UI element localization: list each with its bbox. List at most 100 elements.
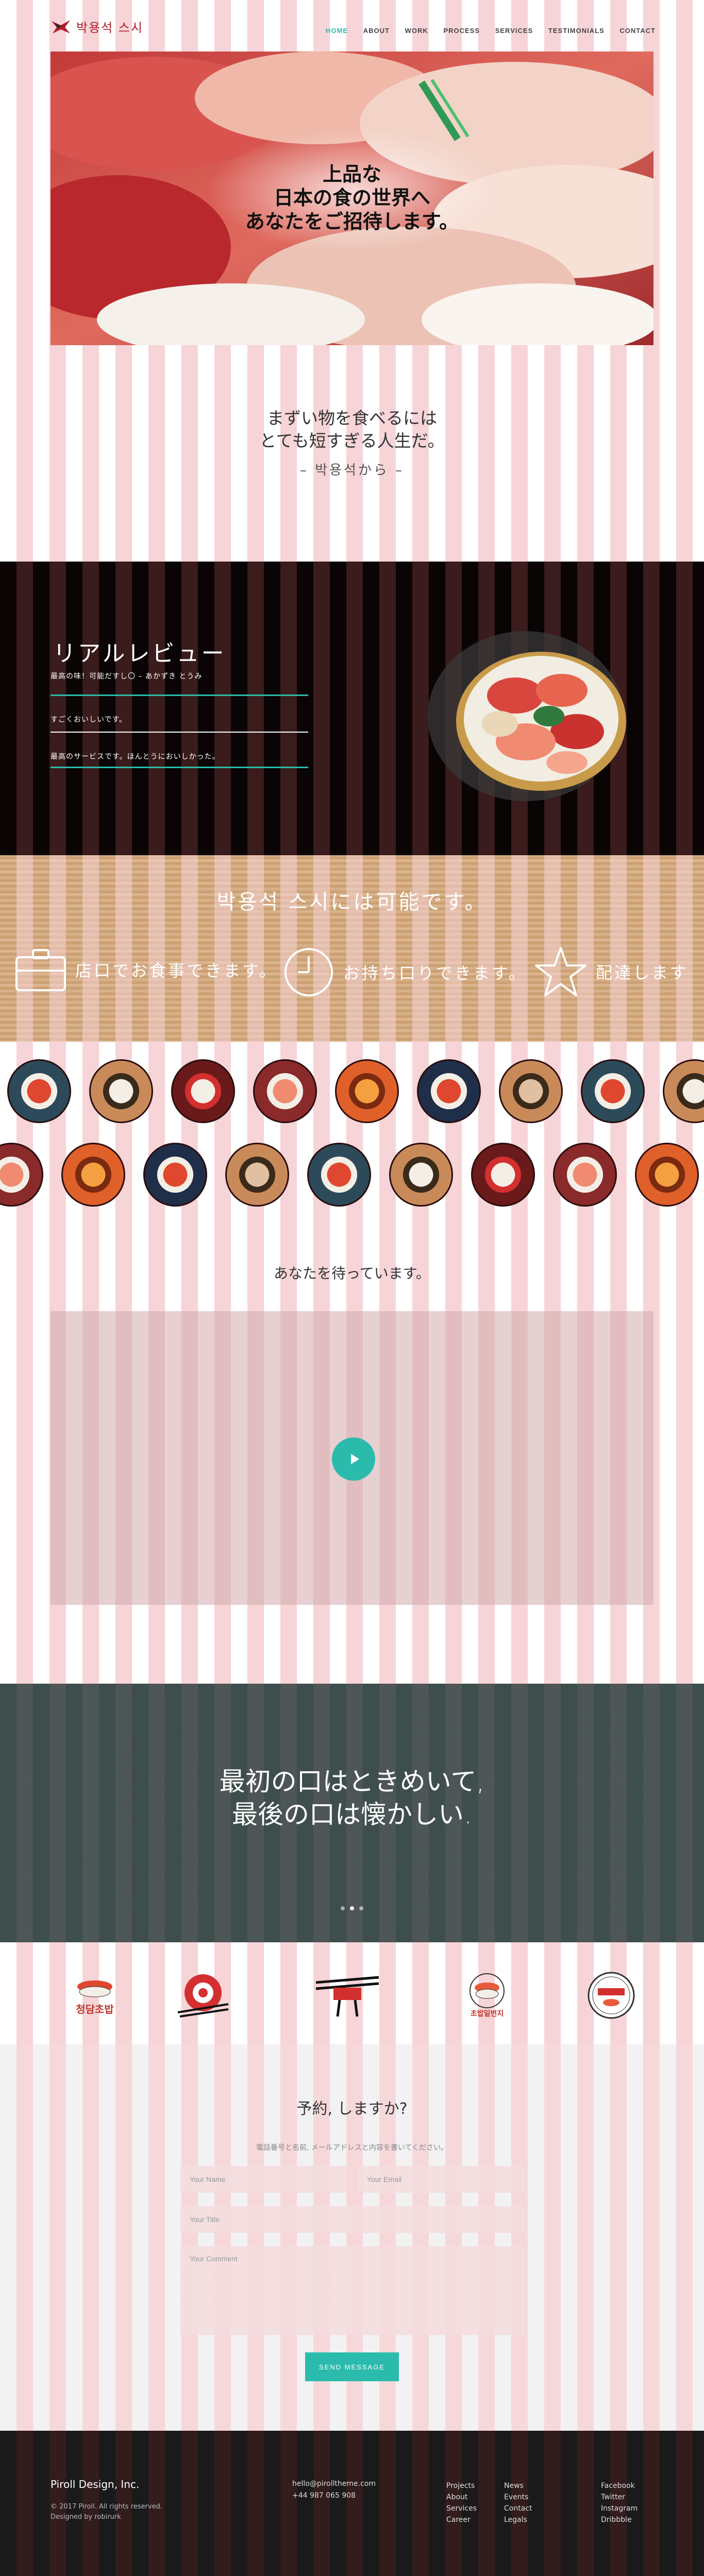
footer-phone: +44 987 065 908 (292, 2492, 356, 2500)
contact-section: 予約, しますか? 電話番号と名前, メールアドレスと内容を書いてください。 S… (0, 2044, 704, 2431)
footer-link-dribbble[interactable]: Dribbble (601, 2514, 638, 2526)
quote-line: とても短すぎる人生だ。 (259, 431, 445, 451)
gallery-thumbnail[interactable] (171, 1059, 235, 1123)
feature-label: 配達します (596, 963, 689, 982)
feature-label: 店口でお食事できます。 (75, 961, 278, 980)
partner-logo-chopsticks[interactable] (315, 1967, 379, 2024)
review-divider (51, 694, 308, 696)
nav-work[interactable]: WORK (405, 27, 428, 35)
reviews-title: リアルレビュー (53, 640, 226, 667)
feature-dine-in: 店口でお食事できます。 (14, 946, 278, 993)
feature-takeout: お持ち口りできます。 (282, 946, 527, 998)
site-header: 박용석 스시 HOME ABOUT WORK PROCESS SERVICES … (0, 0, 704, 52)
logo[interactable]: 박용석 스시 (51, 18, 143, 36)
gallery-thumbnail[interactable] (389, 1143, 453, 1207)
hero-banner: 上品な 日本の食の世界へ あなたをご招待します。 (51, 52, 653, 345)
badge-logo (588, 1972, 635, 2019)
features-title: 박용석 스시には可能です。 (216, 890, 488, 914)
quote-author: – 박용석から – (299, 463, 405, 478)
partner-name: 청담초밥 (76, 2003, 114, 2015)
footer-link-facebook[interactable]: Facebook (601, 2480, 638, 2492)
review-divider (51, 732, 308, 733)
waiting-heading: あなたを待っています。 (274, 1265, 430, 1282)
gallery-thumbnail[interactable] (417, 1059, 481, 1123)
footer-copyright: © 2017 Piroll. All rights reserved. (51, 2503, 162, 2511)
footer-link-events[interactable]: Events (504, 2492, 532, 2503)
footer-link-news[interactable]: News (504, 2480, 532, 2492)
comment-field[interactable] (180, 2246, 525, 2335)
gallery-thumbnail[interactable] (89, 1059, 153, 1123)
gallery-thumbnail[interactable] (0, 1143, 43, 1207)
contact-title: 予約, しますか? (296, 2100, 408, 2118)
contact-subtitle: 電話番号と名前, メールアドレスと内容を書いてください。 (256, 2144, 448, 2152)
partner-logo-roll[interactable] (172, 1967, 234, 2024)
nav-process[interactable]: PROCESS (443, 27, 480, 35)
nav-services[interactable]: SERVICES (495, 27, 533, 35)
gallery-thumbnail[interactable] (663, 1059, 704, 1123)
slider-line: 最初の口はときめいて, (219, 1767, 485, 1797)
gallery-thumbnail[interactable] (225, 1143, 289, 1207)
review-divider (51, 767, 308, 768)
partner-logo-chobap[interactable]: 초밥일번지 (456, 1967, 518, 2024)
hero-line: 上品な (322, 163, 381, 185)
feature-label: お持ち口りできます。 (343, 963, 527, 983)
slider-dot[interactable] (359, 1906, 363, 1910)
slider-dots (0, 1906, 704, 1910)
main-nav: HOME ABOUT WORK PROCESS SERVICES TESTIMO… (326, 27, 656, 35)
logo-text: 박용석 스시 (76, 21, 144, 35)
roll-logo (177, 1974, 229, 2018)
review-item: すごくおいしいです。 (51, 716, 127, 724)
footer-link-twitter[interactable]: Twitter (601, 2492, 638, 2503)
footer-link-contact[interactable]: Contact (504, 2503, 532, 2514)
site-footer: Piroll Design, Inc. © 2017 Piroll. All r… (0, 2431, 704, 2576)
review-item: 最高の味！可能だすし〇 – あかずき とうみ (51, 672, 203, 681)
video-player[interactable] (51, 1311, 653, 1605)
gallery-thumbnail[interactable] (471, 1143, 535, 1207)
play-icon (350, 1454, 359, 1464)
gallery-thumbnail[interactable] (61, 1143, 125, 1207)
nav-testimonials[interactable]: TESTIMONIALS (548, 27, 605, 35)
chopsticks-logo (315, 1976, 379, 2017)
partner-logo-badge[interactable] (580, 1967, 642, 2024)
gallery-thumbnail[interactable] (253, 1059, 317, 1123)
nav-home[interactable]: HOME (326, 27, 348, 35)
gallery-thumbnail[interactable] (7, 1059, 71, 1123)
footer-link-legals[interactable]: Legals (504, 2514, 532, 2526)
footer-company: Piroll Design, Inc. (51, 2478, 140, 2490)
email-field[interactable] (358, 2166, 525, 2193)
logo-fish-icon (52, 20, 70, 33)
play-button[interactable] (332, 1437, 375, 1481)
gallery-thumbnail[interactable] (581, 1059, 645, 1123)
slider-dot-active[interactable] (350, 1906, 354, 1910)
gallery-thumbnail[interactable] (635, 1143, 699, 1207)
footer-link-services[interactable]: Services (446, 2503, 477, 2514)
title-field[interactable] (180, 2206, 525, 2233)
footer-link-projects[interactable]: Projects (446, 2480, 477, 2492)
hero-headline: 上品な 日本の食の世界へ あなたをご招待します。 (51, 162, 653, 233)
footer-link-career[interactable]: Career (446, 2514, 477, 2526)
nav-contact[interactable]: CONTACT (619, 27, 656, 35)
review-item: 最高のサービスです。ほんとうにおいしかった。 (51, 753, 220, 761)
gallery-thumbnail[interactable] (335, 1059, 399, 1123)
footer-links-col3: Facebook Twitter Instagram Dribbble (601, 2480, 638, 2526)
name-field[interactable] (180, 2166, 347, 2193)
partner-logos: 청담초밥 초밥일번지 (0, 1942, 704, 2045)
gallery-thumbnail[interactable] (143, 1143, 207, 1207)
footer-link-about[interactable]: About (446, 2492, 477, 2503)
gallery-thumbnail[interactable] (307, 1143, 371, 1207)
slider-dot[interactable] (341, 1906, 345, 1910)
clock-icon (284, 948, 333, 996)
hero-line: あなたをご招待します。 (245, 210, 459, 233)
nigiri-logo (470, 1973, 505, 2008)
briefcase-icon (15, 949, 66, 991)
partner-logo-cheongdam[interactable]: 청담초밥 (64, 1967, 126, 2024)
testimonial-slider: 最初の口はときめいて, 最後の口は懐かしい. (0, 1684, 704, 1942)
nav-about[interactable]: ABOUT (363, 27, 390, 35)
footer-email-link[interactable]: hello@pirollthеme.com (292, 2480, 376, 2488)
gallery-thumbnail[interactable] (553, 1143, 617, 1207)
send-message-button[interactable]: SEND MESSAGE (305, 2352, 399, 2381)
footer-link-instagram[interactable]: Instagram (601, 2503, 638, 2514)
sushi-logo (77, 1980, 112, 1997)
reviews-section: リアルレビュー 最高の味！可能だすし〇 – あかずき とうみ すごくおいしいです… (0, 562, 704, 855)
gallery-thumbnail[interactable] (499, 1059, 563, 1123)
